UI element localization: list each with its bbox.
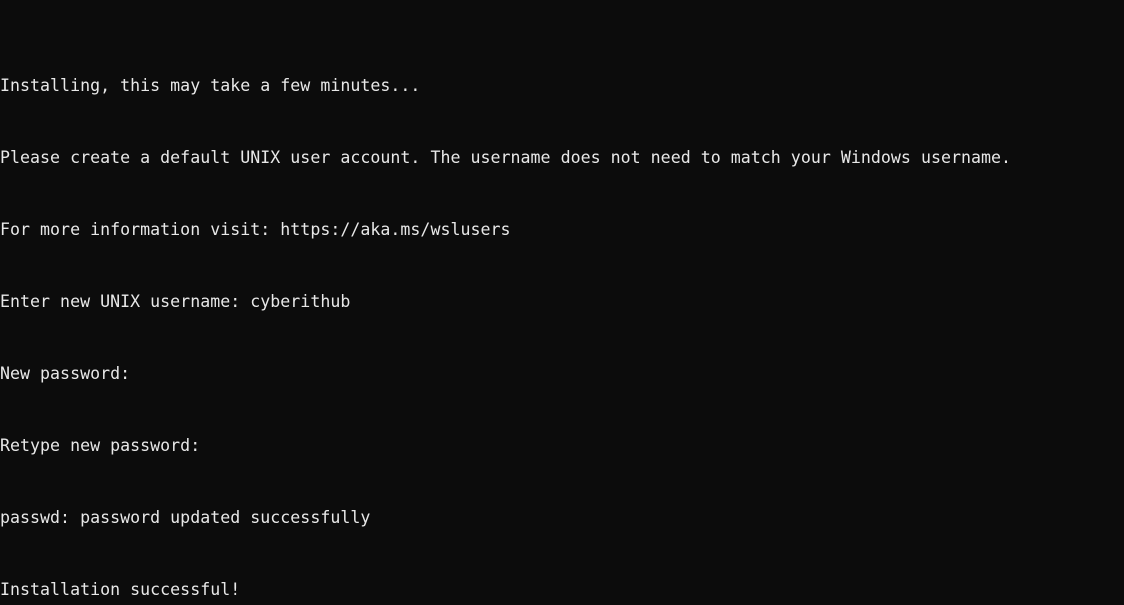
terminal-line: Installing, this may take a few minutes.… bbox=[0, 76, 421, 95]
terminal-line: For more information visit: https://aka.… bbox=[0, 220, 511, 239]
terminal-line-retype-password-prompt: Retype new password: bbox=[0, 436, 201, 455]
terminal-line-install-result: Installation successful! bbox=[0, 580, 241, 599]
terminal-window[interactable]: Installing, this may take a few minutes.… bbox=[0, 0, 1124, 605]
terminal-line-username-prompt: Enter new UNIX username: cyberithub bbox=[0, 292, 351, 311]
terminal-line-passwd-result: passwd: password updated successfully bbox=[0, 508, 371, 527]
terminal-line: Please create a default UNIX user accoun… bbox=[0, 148, 1012, 167]
terminal-line-new-password-prompt: New password: bbox=[0, 364, 131, 383]
terminal-output-screen[interactable]: Installing, this may take a few minutes.… bbox=[0, 0, 1011, 605]
